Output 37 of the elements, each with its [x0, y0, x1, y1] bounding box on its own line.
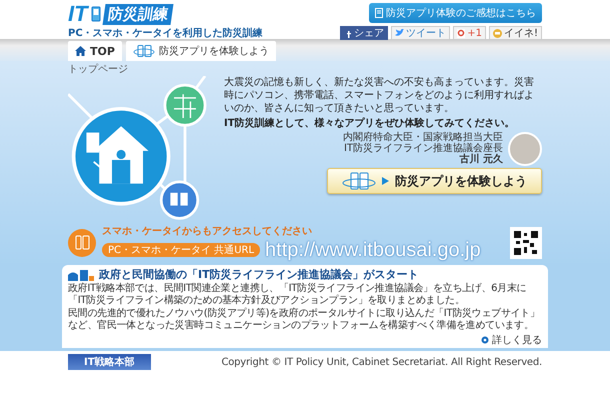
phones-icon	[342, 172, 376, 190]
buildings-icon	[68, 268, 94, 280]
access-heading: スマホ・ケータイからもアクセスしてください	[102, 225, 313, 238]
footer-logo: IT戦略本部	[68, 354, 151, 370]
social-button[interactable]: +1	[453, 26, 486, 40]
phone-icon	[90, 6, 101, 22]
news-paragraph: 民間の先進的で優れたノウハウ(防災アプリ等)を政府のポータルサイトに取り込んだ「IT防災ウェブサイト」など、官民一体となった災害時コミュニケーションのプラットフォームを構築すべく準備を進めています。	[68, 308, 541, 332]
document-icon	[375, 8, 383, 18]
message-paragraph: 大震災の記憶も新しく、新たな災害への不安も高まっています。災害時にパソコン、携帯電話、スマートフォンをどのように利用すればよいのか、皆さんに知って頂きたいと思っています。	[224, 76, 535, 115]
signature-title: IT防災ライフライン推進協議会座長	[344, 143, 503, 154]
play-icon	[382, 177, 389, 185]
breadcrumb: トップページ	[68, 62, 129, 76]
nav-tab[interactable]: TOP	[68, 41, 122, 61]
url-label: PC・スマホ・ケータイ 共通URL	[102, 243, 260, 257]
qr-code-icon	[510, 226, 542, 258]
news-paragraph: 政府IT戦略本部では、民間IT関連企業と連携し、「IT防災ライフライン推進協議会」を立ち上げ、6月末に「IT防災ライフライン構築のための基本方針及びアクションプラン」を取りまとめました。	[68, 283, 528, 307]
nav-tab[interactable]: 防災アプリを体験しよう	[126, 41, 276, 61]
logo-text: IT	[68, 3, 88, 25]
phones-icon	[132, 45, 155, 57]
social-button[interactable]: イイネ!	[488, 26, 542, 40]
social-button[interactable]: シェア	[340, 26, 388, 40]
logo-subtitle: PC・スマホ・ケータイを利用した防災訓練	[68, 26, 263, 40]
message-paragraph: IT防災訓練として、様々なアプリをぜひ体験してみてください。	[224, 117, 516, 130]
avatar-placeholder	[508, 132, 542, 166]
logo-title: 防災訓練	[102, 4, 174, 24]
signature-title: 内閣府特命大臣・国家戦略担当大臣	[343, 132, 503, 143]
home-icon	[75, 46, 86, 56]
news-title: 政府と民間協働の「IT防災ライフライン推進協議会」がスタート	[99, 267, 419, 282]
signature-name: 古川 元久	[460, 154, 503, 166]
bullet-icon	[481, 336, 489, 344]
try-apps-button[interactable]: 防災アプリを体験しよう	[327, 168, 542, 194]
copyright-text: Copyright © IT Policy Unit, Cabinet Secretariat. All Right Reserved.	[221, 356, 542, 368]
social-button[interactable]: ツイート	[391, 26, 450, 40]
bird-icon	[395, 29, 404, 37]
more-link[interactable]: 詳しく見る	[481, 333, 542, 347]
speech-bubble-icon	[492, 28, 502, 38]
phone-icon	[68, 228, 96, 256]
